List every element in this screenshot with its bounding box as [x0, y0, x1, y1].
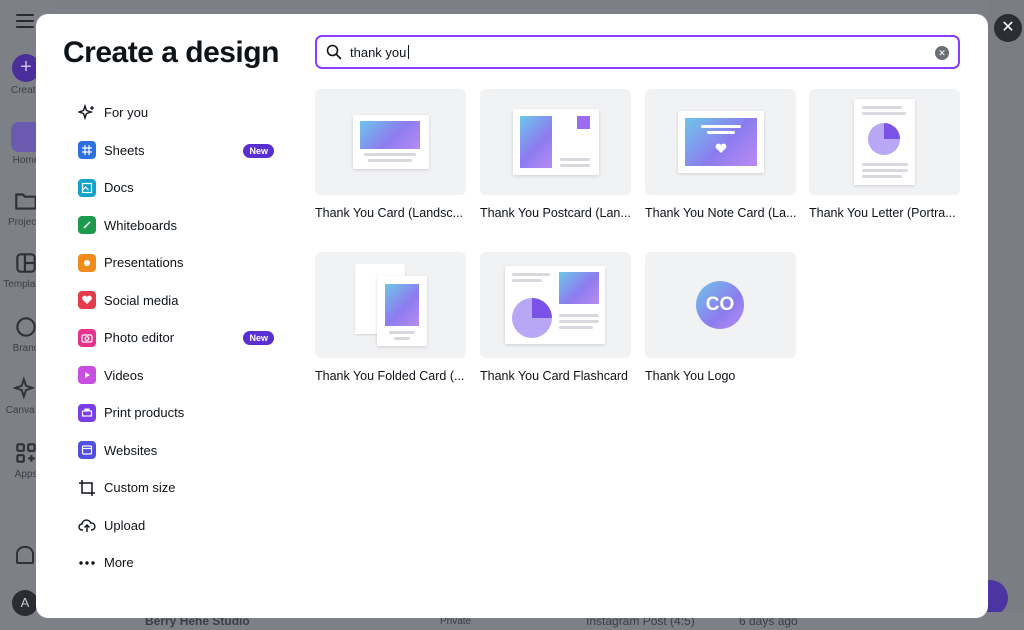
modal-title: Create a design	[63, 36, 279, 69]
docs-icon	[78, 178, 96, 197]
bell-icon[interactable]	[16, 546, 34, 564]
camera-icon	[78, 328, 96, 347]
result-label: Thank You Letter (Portra...	[809, 206, 956, 220]
sparkle-icon	[78, 103, 94, 120]
whiteboard-icon	[78, 216, 96, 235]
search-value: thank you	[350, 45, 407, 60]
category-social-media[interactable]: Social media	[78, 282, 278, 320]
hamburger-menu-icon[interactable]	[16, 14, 34, 28]
result-label: Thank You Note Card (La...	[645, 206, 796, 220]
folded-card-thumbnail	[315, 252, 466, 358]
search-field[interactable]: thank you ✕	[315, 35, 960, 69]
avatar[interactable]: A	[12, 590, 38, 616]
logo-thumbnail: CO	[645, 252, 796, 358]
category-custom-size[interactable]: Custom size	[78, 469, 278, 507]
category-label: Websites	[104, 442, 158, 458]
category-label: Videos	[104, 367, 144, 383]
category-label: More	[104, 555, 134, 571]
clear-search-icon[interactable]: ✕	[935, 46, 949, 60]
category-websites[interactable]: Websites	[78, 432, 278, 470]
result-label: Thank You Folded Card (...	[315, 369, 465, 383]
card-landscape-thumbnail	[315, 89, 466, 195]
category-print-products[interactable]: Print products	[78, 394, 278, 432]
category-upload[interactable]: Upload	[78, 507, 278, 545]
result-label: Thank You Card Flashcard	[480, 369, 629, 383]
category-label: For you	[104, 105, 149, 121]
upload-cloud-icon	[78, 519, 96, 533]
category-more[interactable]: More	[78, 544, 278, 582]
category-videos[interactable]: Videos	[78, 357, 278, 395]
category-label: Upload	[104, 517, 146, 533]
more-dots-icon	[79, 561, 95, 565]
rail-apps-label: Apps	[14, 469, 38, 480]
category-list: For you Sheets New Docs Whiteboards Pres…	[78, 94, 278, 582]
category-presentations[interactable]: Presentations	[78, 244, 278, 282]
category-label: Docs	[104, 180, 134, 196]
category-label: Presentations	[104, 255, 184, 271]
category-sheets[interactable]: Sheets New	[78, 132, 278, 170]
letter-thumbnail	[809, 89, 960, 195]
heart-icon	[78, 291, 96, 310]
category-label: Photo editor	[104, 330, 175, 346]
crop-icon	[79, 479, 95, 496]
result-card[interactable]: Thank You Card (Landsc...	[315, 89, 466, 220]
presentation-icon	[78, 253, 96, 272]
postcard-thumbnail	[480, 89, 631, 195]
result-label: Thank You Card (Landsc...	[315, 206, 464, 220]
result-card[interactable]: Thank You Note Card (La...	[645, 89, 796, 220]
printer-icon	[78, 403, 96, 422]
result-card[interactable]: Thank You Folded Card (...	[315, 252, 466, 383]
category-docs[interactable]: Docs	[78, 169, 278, 207]
background-right-area	[987, 0, 1024, 630]
website-icon	[78, 441, 96, 460]
logo-mark: CO	[696, 281, 744, 329]
category-label: Custom size	[104, 480, 176, 496]
create-design-modal: Create a design thank you ✕ For you Shee…	[36, 14, 988, 618]
category-for-you[interactable]: For you	[78, 94, 278, 132]
category-whiteboards[interactable]: Whiteboards	[78, 207, 278, 245]
search-input[interactable]: thank you	[350, 45, 410, 60]
category-label: Print products	[104, 405, 185, 421]
category-label: Social media	[104, 292, 179, 308]
video-icon	[78, 366, 96, 385]
result-card[interactable]: Thank You Card Flashcard	[480, 252, 631, 383]
result-card[interactable]: Thank You Letter (Portra...	[809, 89, 960, 220]
flashcard-thumbnail	[480, 252, 631, 358]
category-label: Sheets	[104, 142, 145, 158]
close-modal-button[interactable]: ✕	[994, 14, 1022, 42]
sheets-icon	[78, 141, 96, 160]
result-card[interactable]: Thank You Postcard (Lan...	[480, 89, 631, 220]
result-label: Thank You Logo	[645, 369, 736, 383]
new-badge: New	[243, 143, 274, 158]
text-caret	[408, 45, 410, 59]
note-card-thumbnail	[645, 89, 796, 195]
category-label: Whiteboards	[104, 217, 177, 233]
category-photo-editor[interactable]: Photo editor New	[78, 319, 278, 357]
result-card[interactable]: CO Thank You Logo	[645, 252, 796, 383]
new-badge: New	[243, 331, 274, 345]
search-icon	[326, 44, 342, 60]
result-label: Thank You Postcard (Lan...	[480, 206, 631, 220]
